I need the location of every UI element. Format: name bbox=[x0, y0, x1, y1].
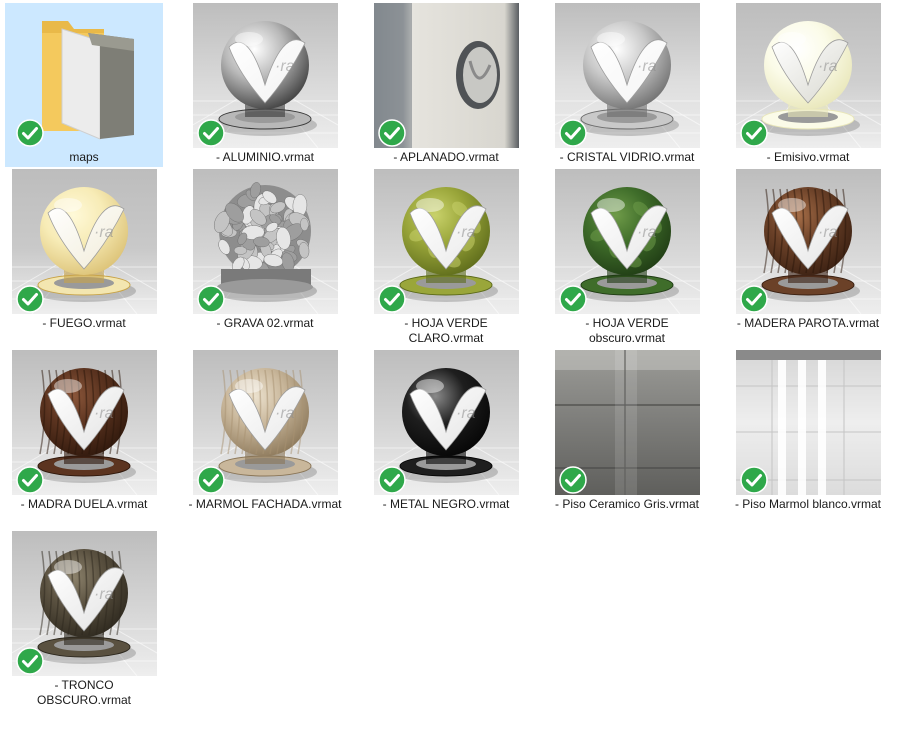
thumbnail: ·ra bbox=[11, 531, 157, 676]
svg-text:·ra: ·ra bbox=[94, 586, 114, 603]
file-name-label: - MADRA DUELA.vrmat bbox=[20, 497, 148, 511]
svg-text:·ra: ·ra bbox=[637, 58, 657, 75]
sync-status-check-icon bbox=[558, 285, 587, 313]
thumbnail bbox=[373, 3, 519, 148]
svg-text:·ra: ·ra bbox=[456, 224, 476, 241]
file-item[interactable]: - Piso Ceramico Gris.vrmat bbox=[548, 350, 706, 512]
file-item[interactable]: ·ra - HOJA VERDE CLARO.vrmat bbox=[367, 169, 525, 346]
file-name-label: - HOJA VERDE CLARO.vrmat bbox=[404, 316, 488, 345]
sync-status-check-icon bbox=[558, 119, 587, 147]
sync-status-check-icon bbox=[739, 119, 768, 147]
file-item[interactable]: ·ra - HOJA VERDE obscuro.vrmat bbox=[548, 169, 706, 346]
folder-item[interactable]: maps bbox=[5, 3, 163, 167]
thumbnail: ·ra bbox=[11, 350, 157, 495]
file-item[interactable]: ·ra - METAL NEGRO.vrmat bbox=[367, 350, 525, 512]
file-name-label: - APLANADO.vrmat bbox=[393, 150, 499, 164]
sync-status-check-icon bbox=[15, 466, 44, 494]
thumbnail: ·ra bbox=[735, 169, 881, 314]
svg-text:·ra: ·ra bbox=[94, 224, 114, 241]
sync-status-check-icon bbox=[739, 285, 768, 313]
file-name-label: - MARMOL FACHADA.vrmat bbox=[188, 497, 342, 511]
svg-text:·ra: ·ra bbox=[275, 58, 295, 75]
file-name-label: - FUEGO.vrmat bbox=[42, 316, 126, 330]
file-name-label: - HOJA VERDE obscuro.vrmat bbox=[585, 316, 669, 345]
thumbnail bbox=[192, 169, 338, 314]
file-name-label: - GRAVA 02.vrmat bbox=[216, 316, 314, 330]
file-item[interactable]: ·ra - MARMOL FACHADA.vrmat bbox=[186, 350, 344, 512]
sync-status-check-icon bbox=[196, 119, 225, 147]
file-name-label: - Piso Ceramico Gris.vrmat bbox=[554, 497, 700, 511]
thumbnail: ·ra bbox=[735, 3, 881, 148]
thumbnail bbox=[735, 350, 881, 495]
file-name-label: maps bbox=[69, 150, 99, 164]
file-grid: maps ·ra - ALUMINIO.vrmat - APLANADO.vrm… bbox=[0, 0, 904, 748]
thumbnail: ·ra bbox=[192, 3, 338, 148]
svg-text:·ra: ·ra bbox=[818, 224, 838, 241]
svg-text:·ra: ·ra bbox=[275, 405, 295, 422]
thumbnail bbox=[554, 350, 700, 495]
file-name-label: - METAL NEGRO.vrmat bbox=[382, 497, 510, 511]
thumbnail: ·ra bbox=[554, 3, 700, 148]
file-name-label: - Piso Marmol blanco.vrmat bbox=[734, 497, 882, 511]
sync-status-check-icon bbox=[196, 285, 225, 313]
thumbnail bbox=[11, 3, 157, 148]
file-item[interactable]: ·ra - MADRA DUELA.vrmat bbox=[5, 350, 163, 512]
file-name-label: - ALUMINIO.vrmat bbox=[215, 150, 314, 164]
file-name-label: - MADERA PAROTA.vrmat bbox=[736, 316, 880, 330]
sync-status-check-icon bbox=[377, 466, 406, 494]
file-name-label: - TRONCO OBSCURO.vrmat bbox=[36, 678, 131, 707]
sync-status-check-icon bbox=[15, 119, 44, 147]
sync-status-check-icon bbox=[739, 466, 768, 494]
file-item[interactable]: ·ra - Emisivo.vrmat bbox=[729, 3, 887, 165]
file-item[interactable]: ·ra - TRONCO OBSCURO.vrmat bbox=[5, 531, 163, 708]
file-item[interactable]: ·ra - ALUMINIO.vrmat bbox=[186, 3, 344, 165]
file-name-label: - CRISTAL VIDRIO.vrmat bbox=[559, 150, 695, 164]
file-item[interactable]: - Piso Marmol blanco.vrmat bbox=[729, 350, 887, 512]
sync-status-check-icon bbox=[196, 466, 225, 494]
thumbnail: ·ra bbox=[11, 169, 157, 314]
file-item[interactable]: ·ra - FUEGO.vrmat bbox=[5, 169, 163, 331]
file-name-label: - Emisivo.vrmat bbox=[766, 150, 850, 164]
sync-status-check-icon bbox=[558, 466, 587, 494]
file-item[interactable]: - APLANADO.vrmat bbox=[367, 3, 525, 165]
sync-status-check-icon bbox=[377, 285, 406, 313]
file-item[interactable]: - GRAVA 02.vrmat bbox=[186, 169, 344, 331]
thumbnail: ·ra bbox=[192, 350, 338, 495]
svg-text:·ra: ·ra bbox=[456, 405, 476, 422]
sync-status-check-icon bbox=[377, 119, 406, 147]
thumbnail: ·ra bbox=[554, 169, 700, 314]
file-item[interactable]: ·ra - CRISTAL VIDRIO.vrmat bbox=[548, 3, 706, 165]
sync-status-check-icon bbox=[15, 285, 44, 313]
svg-text:·ra: ·ra bbox=[637, 224, 657, 241]
file-item[interactable]: ·ra - MADERA PAROTA.vrmat bbox=[729, 169, 887, 331]
thumbnail: ·ra bbox=[373, 350, 519, 495]
svg-text:·ra: ·ra bbox=[94, 405, 114, 422]
thumbnail: ·ra bbox=[373, 169, 519, 314]
sync-status-check-icon bbox=[15, 647, 44, 675]
svg-text:·ra: ·ra bbox=[818, 58, 838, 75]
